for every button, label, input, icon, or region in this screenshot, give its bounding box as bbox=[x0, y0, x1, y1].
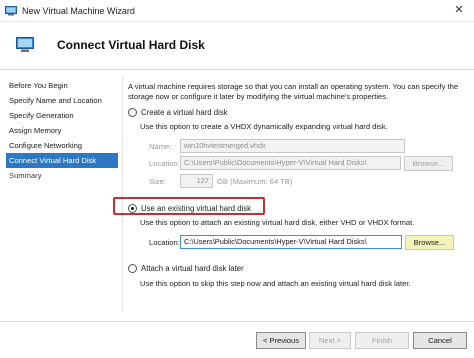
previous-button[interactable]: < Previous bbox=[256, 332, 306, 349]
create-browse-button[interactable]: Browse... bbox=[404, 156, 453, 171]
wizard-body: Before You Begin Specify Name and Locati… bbox=[0, 71, 474, 321]
wizard-header: Connect Virtual Hard Disk bbox=[0, 22, 474, 70]
page-title: Connect Virtual Hard Disk bbox=[57, 38, 205, 52]
sidebar-item-connect-virtual-hard-disk[interactable]: Connect Virtual Hard Disk bbox=[6, 153, 118, 168]
intro-line: A virtual machine requires storage so th… bbox=[128, 82, 459, 91]
next-button[interactable]: Next > bbox=[309, 332, 351, 349]
existing-location-label: Location: bbox=[149, 238, 180, 247]
attach-later-label: Attach a virtual hard disk later bbox=[141, 264, 244, 273]
wizard-footer: < Previous Next > Finish Cancel bbox=[0, 321, 474, 358]
size-unit-label: GB (Maximum: 64 TB) bbox=[217, 177, 293, 186]
sidebar-item-configure-networking[interactable]: Configure Networking bbox=[6, 138, 118, 153]
intro-text: A virtual machine requires storage so th… bbox=[128, 82, 464, 102]
attach-later-description: Use this option to skip this step now an… bbox=[140, 279, 411, 288]
existing-location-field[interactable]: C:\Users\Public\Documents\Hyper-V\Virtua… bbox=[180, 235, 402, 249]
existing-browse-button[interactable]: Browse... bbox=[405, 235, 454, 250]
create-location-label: Location: bbox=[149, 159, 180, 168]
size-label: Size: bbox=[149, 177, 166, 186]
virtual-machine-icon bbox=[16, 37, 34, 52]
sidebar-item-specify-generation[interactable]: Specify Generation bbox=[6, 108, 118, 123]
attach-later-option[interactable]: Attach a virtual hard disk later bbox=[128, 264, 244, 273]
name-label: Name: bbox=[149, 142, 172, 151]
intro-line: storage now or configure it later by mod… bbox=[128, 92, 389, 101]
close-button[interactable]: ✕ bbox=[444, 0, 474, 22]
sidebar-item-specify-name-and-location[interactable]: Specify Name and Location bbox=[6, 93, 118, 108]
divider bbox=[122, 77, 123, 311]
create-vhd-radio[interactable] bbox=[128, 108, 137, 117]
size-field[interactable]: 127 bbox=[180, 174, 213, 188]
finish-button[interactable]: Finish bbox=[355, 332, 409, 349]
sidebar-item-assign-memory[interactable]: Assign Memory bbox=[6, 123, 118, 138]
virtual-machine-icon bbox=[5, 6, 17, 16]
name-field[interactable]: win10hvtestmerged.vhdx bbox=[180, 139, 405, 153]
cancel-button[interactable]: Cancel bbox=[413, 332, 467, 349]
title-bar: New Virtual Machine Wizard ✕ bbox=[0, 0, 474, 22]
create-vhd-label: Create a virtual hard disk bbox=[141, 108, 228, 117]
sidebar-item-summary[interactable]: Summary bbox=[6, 168, 118, 183]
window-title: New Virtual Machine Wizard bbox=[22, 6, 135, 16]
create-location-field[interactable]: C:\Users\Public\Documents\Hyper-V\Virtua… bbox=[180, 156, 401, 170]
create-vhd-description: Use this option to create a VHDX dynamic… bbox=[140, 122, 388, 131]
wizard-steps-nav: Before You Begin Specify Name and Locati… bbox=[6, 78, 118, 183]
create-vhd-option[interactable]: Create a virtual hard disk bbox=[128, 108, 228, 117]
attach-later-radio[interactable] bbox=[128, 264, 137, 273]
sidebar-item-before-you-begin[interactable]: Before You Begin bbox=[6, 78, 118, 93]
highlight-annotation bbox=[113, 197, 265, 215]
existing-vhd-description: Use this option to attach an existing vi… bbox=[140, 218, 415, 227]
